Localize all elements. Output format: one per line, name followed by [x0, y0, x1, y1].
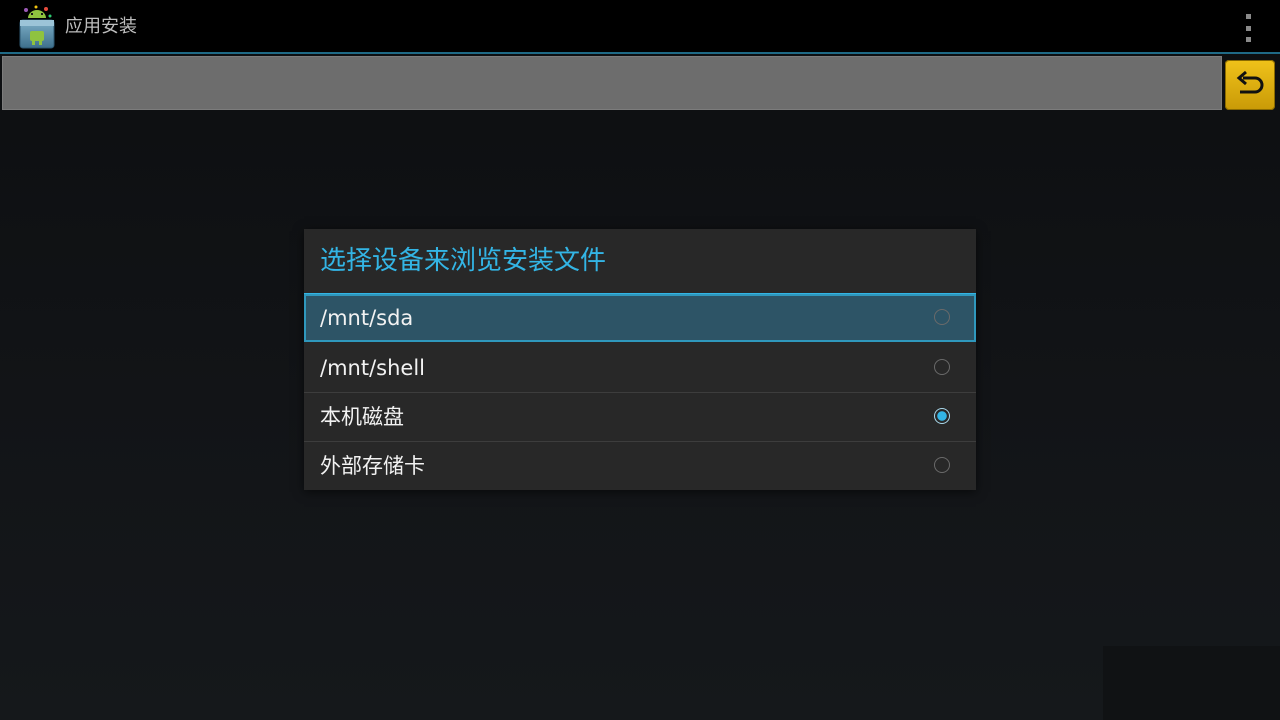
menu-dot [1245, 37, 1251, 42]
select-device-dialog: 选择设备来浏览安装文件 /mnt/sda /mnt/shell 本机磁盘 外部存… [304, 229, 976, 490]
radio-unchecked-icon[interactable] [934, 359, 950, 375]
option-external-sd-card[interactable]: 外部存储卡 [304, 442, 976, 490]
radio-unchecked-icon[interactable] [934, 457, 950, 473]
option-mnt-shell[interactable]: /mnt/shell [304, 344, 976, 392]
menu-dot [1245, 14, 1251, 19]
app-title: 应用安装 [65, 16, 137, 37]
radio-checked-icon[interactable] [934, 408, 950, 424]
path-input[interactable] [2, 56, 1222, 110]
android-package-icon[interactable] [16, 4, 58, 50]
radio-unchecked-icon[interactable] [934, 309, 950, 325]
return-arrow-icon [1236, 70, 1264, 94]
option-label: 外部存储卡 [320, 454, 425, 478]
background-panel [1103, 646, 1280, 720]
option-label: /mnt/sda [320, 306, 414, 330]
option-local-disk[interactable]: 本机磁盘 [304, 393, 976, 441]
screen: 应用安装 选择设备来浏览安装文件 /mnt/sda /mnt/shell 本机磁… [0, 0, 1280, 720]
option-label: 本机磁盘 [320, 405, 404, 429]
overflow-menu-icon[interactable] [1238, 14, 1258, 42]
option-mnt-sda[interactable]: /mnt/sda [304, 294, 976, 342]
dialog-title: 选择设备来浏览安装文件 [320, 246, 607, 276]
menu-dot [1245, 25, 1251, 31]
back-button[interactable] [1225, 60, 1275, 110]
action-bar: 应用安装 [0, 0, 1280, 54]
option-label: /mnt/shell [320, 356, 425, 380]
